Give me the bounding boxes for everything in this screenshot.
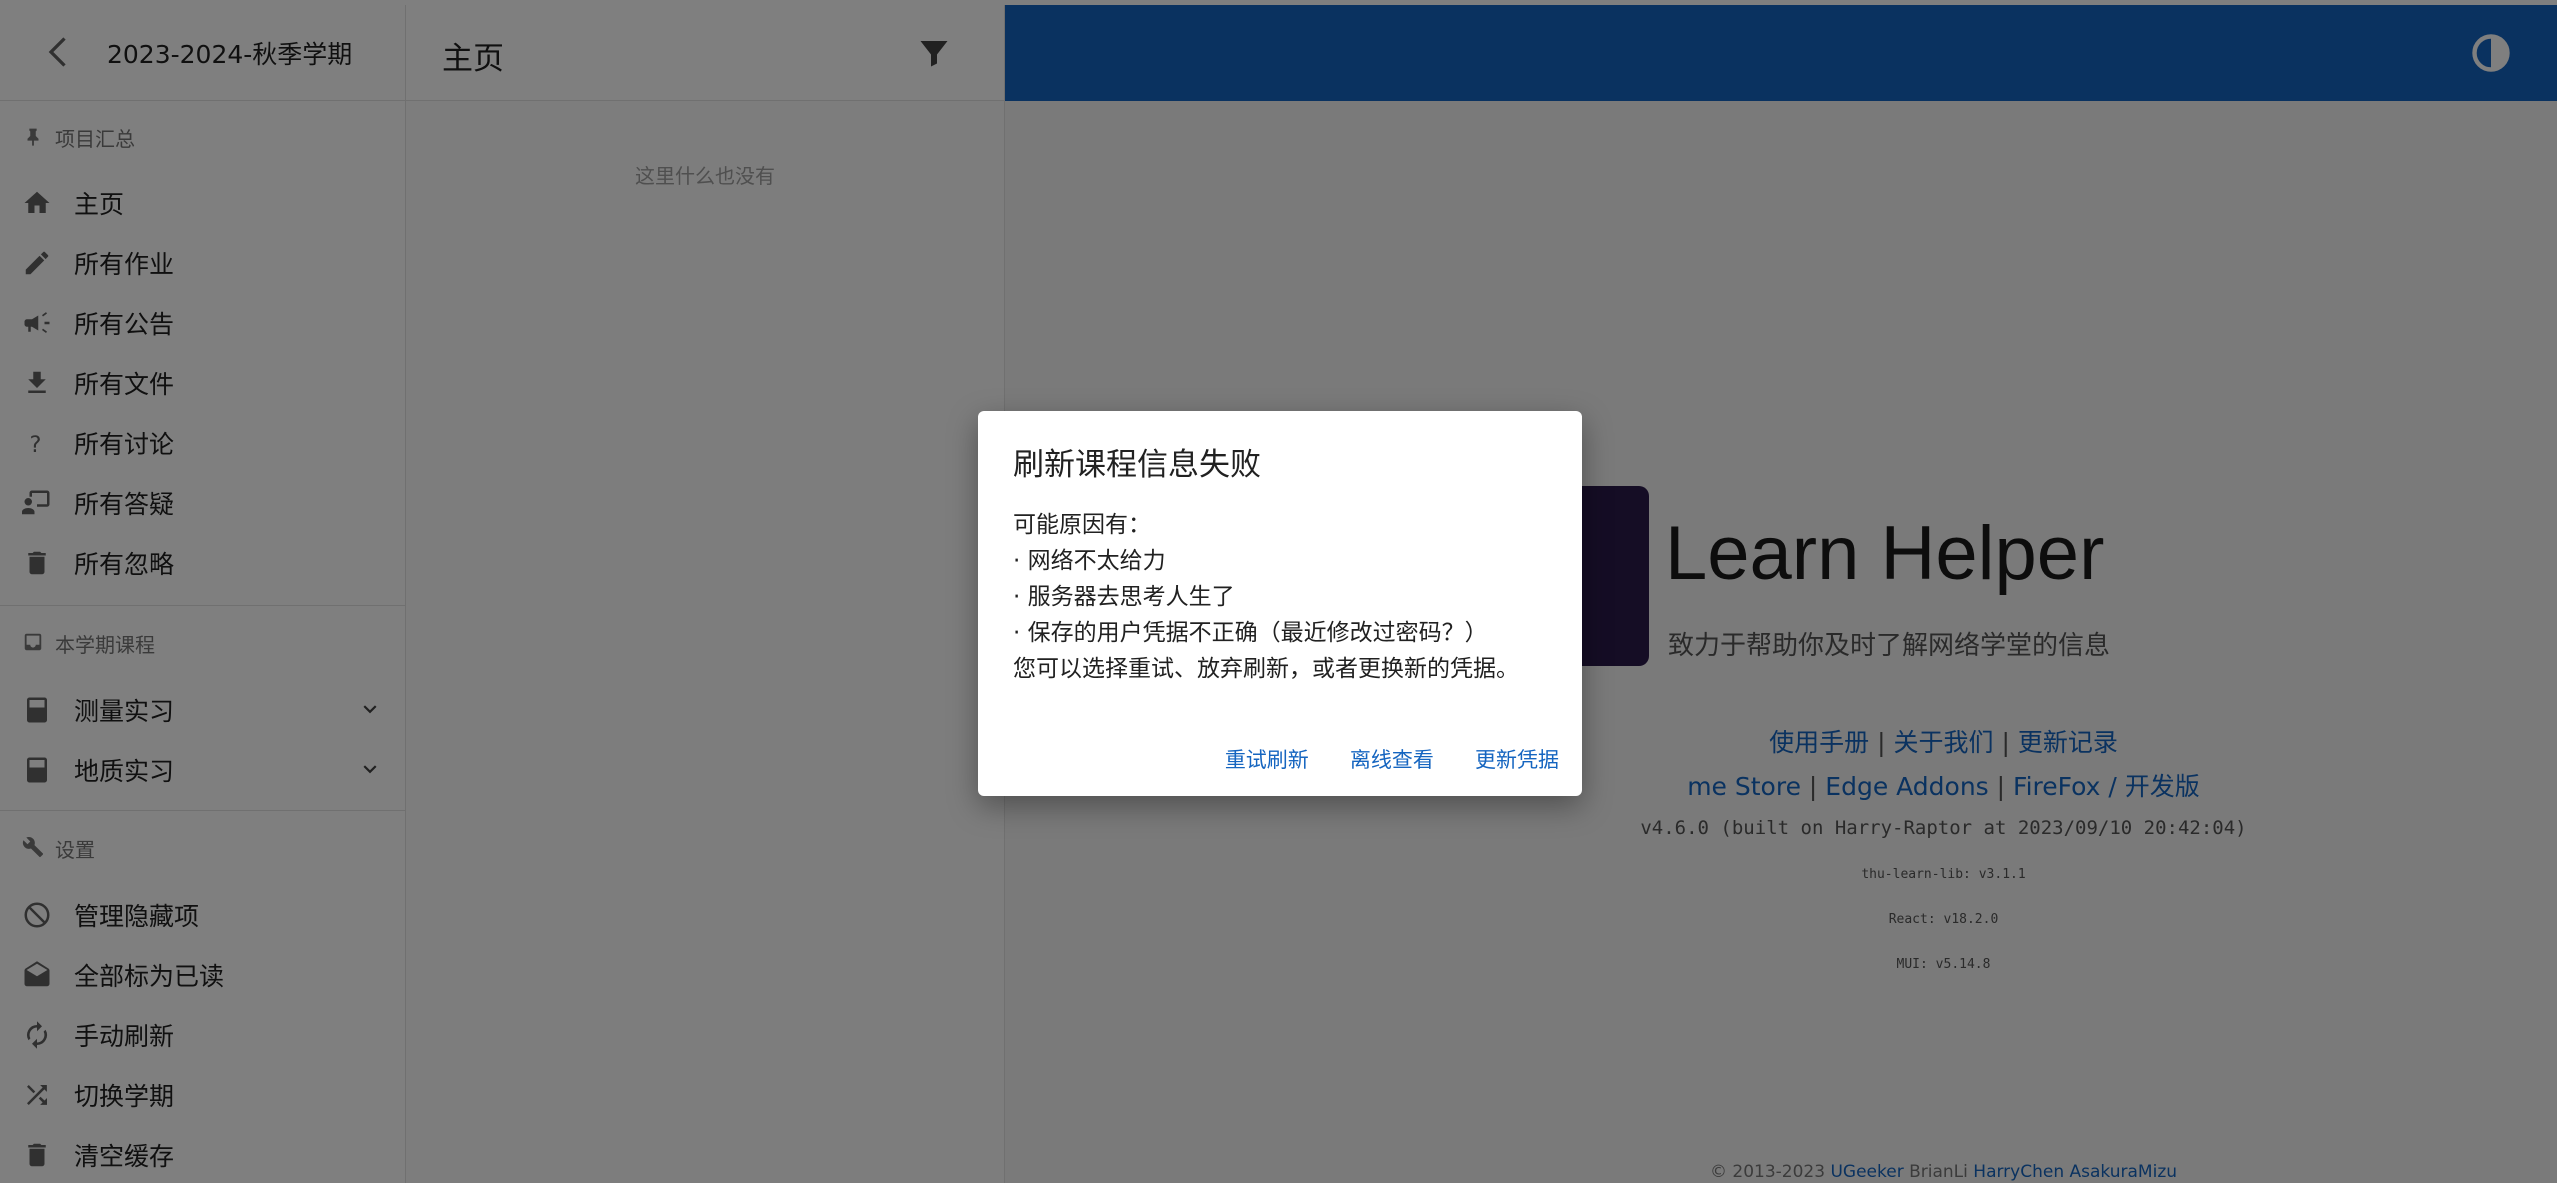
offline-view-button[interactable]: 离线查看 xyxy=(1350,744,1434,774)
dialog-actions: 重试刷新 离线查看 更新凭据 xyxy=(1189,744,1559,774)
retry-button[interactable]: 重试刷新 xyxy=(1225,744,1309,774)
dialog-line: · 保存的用户凭据不正确（最近修改过密码？） xyxy=(1013,620,1488,646)
dialog-body: 可能原因有： · 网络不太给力 · 服务器去思考人生了 · 保存的用户凭据不正确… xyxy=(1013,507,1519,687)
update-credentials-button[interactable]: 更新凭据 xyxy=(1475,744,1559,774)
dialog-title: 刷新课程信息失败 xyxy=(1013,447,1261,483)
error-dialog: 刷新课程信息失败 可能原因有： · 网络不太给力 · 服务器去思考人生了 · 保… xyxy=(978,411,1582,796)
dialog-line: 您可以选择重试、放弃刷新，或者更换新的凭据。 xyxy=(1013,656,1519,682)
dialog-line: · 服务器去思考人生了 xyxy=(1013,584,1235,610)
dialog-line: 可能原因有： xyxy=(1013,512,1151,538)
dialog-line: · 网络不太给力 xyxy=(1013,548,1166,574)
